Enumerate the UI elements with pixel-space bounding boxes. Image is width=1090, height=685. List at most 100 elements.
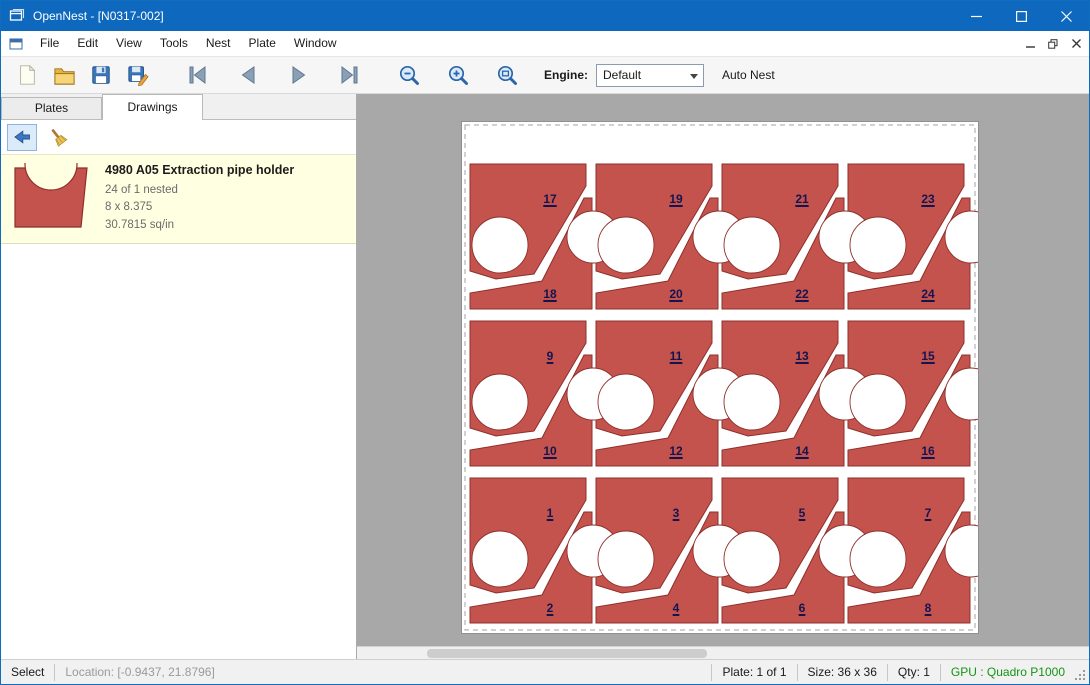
part-cutout-circle	[598, 374, 654, 430]
part-number: 19	[664, 192, 688, 206]
drawing-list-item[interactable]: 4980 A05 Extraction pipe holder 24 of 1 …	[1, 154, 356, 244]
drawing-list-empty-area	[1, 244, 356, 659]
part-cutout-circle	[598, 217, 654, 273]
child-minimize-button[interactable]	[1020, 35, 1040, 53]
previous-plate-button[interactable]	[232, 59, 264, 91]
part-number: 20	[664, 287, 688, 301]
part-number: 18	[538, 287, 562, 301]
part-number: 6	[790, 601, 814, 615]
plate: 171819202122232491011121314151612345678	[461, 121, 979, 634]
first-arrow-icon	[185, 63, 209, 87]
import-arrow-icon	[12, 127, 32, 147]
part-cutout-circle	[472, 531, 528, 587]
part-number: 21	[790, 192, 814, 206]
status-size: Size: 36 x 36	[798, 660, 887, 684]
part-cutout-circle	[850, 374, 906, 430]
menu-tools[interactable]: Tools	[151, 31, 197, 56]
first-plate-button[interactable]	[181, 59, 213, 91]
part-number: 16	[916, 444, 940, 458]
sidebar-tabstrip: Plates Drawings	[1, 94, 356, 120]
child-restore-button[interactable]	[1043, 35, 1063, 53]
status-gpu: GPU : Quadro P1000	[941, 660, 1075, 684]
last-plate-button[interactable]	[334, 59, 366, 91]
part-cutout-circle	[724, 374, 780, 430]
zoom-out-icon	[397, 63, 421, 87]
maximize-button[interactable]	[999, 1, 1044, 31]
resize-grip[interactable]	[1074, 669, 1086, 681]
menu-nest[interactable]: Nest	[197, 31, 240, 56]
status-plate: Plate: 1 of 1	[712, 660, 796, 684]
save-as-button[interactable]	[122, 59, 154, 91]
auto-nest-button[interactable]: Auto Nest	[722, 68, 775, 82]
nest-canvas[interactable]: 171819202122232491011121314151612345678	[357, 94, 1089, 659]
part-number: 2	[538, 601, 562, 615]
scrollbar-thumb[interactable]	[427, 649, 707, 658]
content-area: Plates Drawings 4980 A05 Extraction pipe…	[1, 94, 1089, 659]
open-button[interactable]	[48, 59, 80, 91]
zoom-fit-button[interactable]	[491, 59, 523, 91]
menu-edit[interactable]: Edit	[68, 31, 107, 56]
statusbar: Select Location: [-0.9437, 21.8796] Plat…	[1, 659, 1089, 684]
part-number: 9	[538, 349, 562, 363]
part-cutout-circle	[724, 217, 780, 273]
app-icon	[9, 8, 25, 24]
menu-window[interactable]: Window	[285, 31, 346, 56]
next-arrow-icon	[287, 63, 311, 87]
zoom-out-button[interactable]	[393, 59, 425, 91]
part-number: 1	[538, 506, 562, 520]
save-button[interactable]	[85, 59, 117, 91]
drawing-size: 8 x 8.375	[105, 199, 294, 216]
part-number: 12	[664, 444, 688, 458]
part-number: 3	[664, 506, 688, 520]
titlebar: OpenNest - [N0317-002]	[1, 1, 1089, 31]
engine-label: Engine:	[544, 68, 588, 82]
next-plate-button[interactable]	[283, 59, 315, 91]
part-number: 4	[664, 601, 688, 615]
child-close-button[interactable]	[1066, 35, 1086, 53]
part-number: 11	[664, 349, 688, 363]
part-number: 23	[916, 192, 940, 206]
tab-plates[interactable]: Plates	[1, 97, 102, 119]
menu-view[interactable]: View	[107, 31, 151, 56]
new-file-icon	[16, 64, 38, 86]
last-arrow-icon	[338, 63, 362, 87]
engine-select[interactable]: Default	[596, 64, 704, 87]
zoom-in-icon	[446, 63, 470, 87]
main-toolbar: Engine: Default Auto Nest	[1, 56, 1089, 94]
part-thumbnail	[11, 163, 91, 235]
part-number: 10	[538, 444, 562, 458]
window-title: OpenNest - [N0317-002]	[33, 9, 164, 23]
part-cutout-circle	[724, 531, 780, 587]
part-number: 7	[916, 506, 940, 520]
zoom-fit-icon	[495, 63, 519, 87]
part-cutout-circle	[850, 217, 906, 273]
import-drawing-button[interactable]	[7, 124, 37, 151]
open-folder-icon	[53, 64, 76, 87]
save-edit-icon	[127, 64, 149, 86]
canvas-horizontal-scrollbar[interactable]	[357, 646, 1089, 659]
part-cutout-circle	[850, 531, 906, 587]
app-window: OpenNest - [N0317-002] File Edit View To…	[0, 0, 1090, 685]
sidebar: Plates Drawings 4980 A05 Extraction pipe…	[1, 94, 357, 659]
minimize-button[interactable]	[954, 1, 999, 31]
drawing-title: 4980 A05 Extraction pipe holder	[105, 163, 294, 177]
menu-file[interactable]: File	[31, 31, 68, 56]
part-number: 17	[538, 192, 562, 206]
part-number: 5	[790, 506, 814, 520]
document-window-icon[interactable]	[9, 37, 25, 51]
part-cutout-circle	[472, 217, 528, 273]
zoom-in-button[interactable]	[442, 59, 474, 91]
menu-plate[interactable]: Plate	[240, 31, 285, 56]
status-qty: Qty: 1	[888, 660, 940, 684]
part-number: 24	[916, 287, 940, 301]
close-button[interactable]	[1044, 1, 1089, 31]
clear-drawings-button[interactable]	[43, 124, 73, 151]
drawing-area: 30.7815 sq/in	[105, 217, 294, 234]
drawings-toolbar	[1, 120, 356, 154]
status-mode: Select	[1, 660, 54, 684]
tab-drawings[interactable]: Drawings	[102, 94, 203, 120]
drawing-nested-count: 24 of 1 nested	[105, 182, 294, 199]
chevron-down-icon	[690, 74, 698, 79]
new-button[interactable]	[11, 59, 43, 91]
broom-icon	[48, 127, 68, 147]
